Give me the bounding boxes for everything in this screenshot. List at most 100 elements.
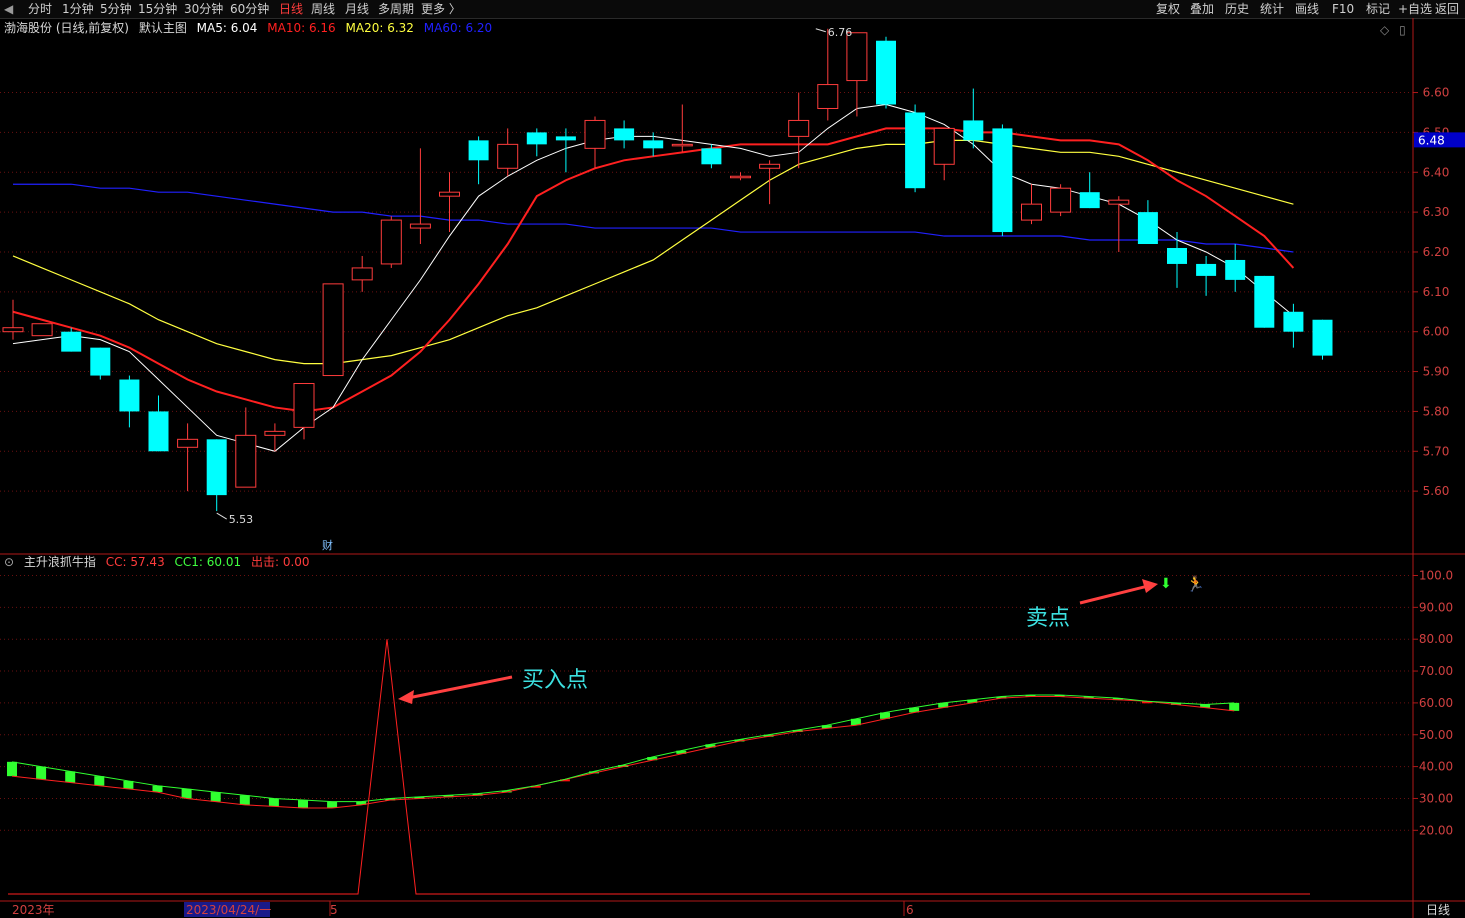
- stock-title[interactable]: 渤海股份 (日线,前复权): [4, 21, 129, 35]
- time-cursor-label: 2023/04/24/一: [186, 903, 271, 917]
- main-chart-legend: 渤海股份 (日线,前复权) 默认主图 MA5: 6.04 MA10: 6.16 …: [4, 20, 498, 36]
- candle-body-up: [380, 219, 402, 265]
- candle-body-up: [846, 32, 868, 82]
- toolbar-right-item-2[interactable]: 历史: [1225, 1, 1249, 17]
- candle-body-up: [409, 223, 431, 229]
- indicator-tick-label: 90.00: [1419, 600, 1453, 614]
- candle-body-down: [148, 411, 169, 452]
- low-price-label: 5.53: [229, 513, 254, 526]
- indicator-bar: [298, 800, 308, 809]
- panel-controls: ◇ ▯: [1380, 22, 1412, 38]
- candle-body-down: [1079, 192, 1100, 209]
- price-tick-label: 6.40: [1423, 165, 1450, 179]
- candle-body-up: [817, 84, 839, 109]
- window-restore-icon[interactable]: ▯: [1399, 23, 1406, 37]
- sell-arrow-line: [1079, 584, 1149, 605]
- candle-body-up: [497, 143, 519, 169]
- toolbar-item-3[interactable]: 15分钟: [138, 1, 177, 17]
- candle-body-down: [876, 40, 896, 105]
- buy-arrow-head: [398, 690, 414, 704]
- candle-body-up: [788, 119, 810, 137]
- indicator-bar: [1229, 702, 1240, 711]
- ma10-line: [12, 127, 1295, 413]
- current-price-label: 6.48: [1418, 133, 1445, 147]
- price-tick-label: 6.00: [1423, 325, 1450, 339]
- price-tick-label: 6.10: [1423, 285, 1450, 299]
- toolbar-right-item-0[interactable]: 复权: [1156, 1, 1180, 17]
- candle-body-up: [759, 163, 781, 169]
- ma10-value: MA10: 6.16: [267, 21, 336, 35]
- low-marker-line: [216, 512, 227, 520]
- cc1-line: [11, 694, 1235, 803]
- candle-body-up: [1050, 187, 1072, 213]
- candle-body-up: [439, 191, 460, 197]
- toolbar-item-0[interactable]: 分时: [28, 1, 52, 17]
- candle-body-up: [31, 323, 53, 337]
- sell-point-annotation: 卖点: [1026, 606, 1071, 631]
- candle-body-down: [905, 112, 926, 189]
- indicator-collapse-icon[interactable]: ⊙: [4, 555, 14, 569]
- indicator-bar: [7, 761, 17, 777]
- candle-body-down: [90, 347, 111, 376]
- toolbar-right-item-1[interactable]: 叠加: [1190, 1, 1214, 17]
- cc1-value: CC1: 60.01: [174, 555, 242, 569]
- period-label: 日线: [1426, 903, 1450, 917]
- toolbar-right-item-7[interactable]: +自选: [1398, 1, 1432, 17]
- candle-body-up: [671, 143, 693, 147]
- candle-body-down: [526, 132, 547, 145]
- toolbar-right-item-3[interactable]: 统计: [1260, 1, 1284, 17]
- finance-event-marker: 财: [322, 538, 333, 552]
- toolbar-item-6[interactable]: 日线: [279, 1, 303, 17]
- candle-body-down: [206, 439, 227, 496]
- attack-value: 出击: 0.00: [250, 555, 310, 569]
- time-label-june: 6: [906, 903, 914, 917]
- candle-body-up: [730, 175, 751, 179]
- price-tick-label: 5.90: [1423, 365, 1450, 379]
- price-tick-label: 6.20: [1423, 245, 1450, 259]
- indicator-bar: [239, 795, 250, 805]
- buy-point-annotation: 买入点: [522, 668, 589, 693]
- diamond-icon[interactable]: ◇: [1380, 23, 1389, 37]
- toolbar-right-item-6[interactable]: 标记: [1366, 1, 1390, 17]
- attack-signal-line: [8, 639, 1310, 895]
- toolbar-right-item-4[interactable]: 画线: [1295, 1, 1319, 17]
- indicator-name[interactable]: 主升浪抓牛指: [24, 555, 96, 569]
- candle-body-up: [2, 327, 24, 333]
- candle-body-down: [701, 148, 722, 165]
- candle-body-up: [235, 434, 257, 488]
- toolbar-right-item-8[interactable]: 返回: [1435, 1, 1459, 17]
- chart-template-label[interactable]: 默认主图: [139, 21, 187, 35]
- high-marker-line: [815, 28, 826, 33]
- back-arrow-icon[interactable]: ◀: [4, 1, 13, 17]
- toolbar-item-1[interactable]: 1分钟: [62, 1, 94, 17]
- indicator-bar: [36, 766, 47, 780]
- toolbar-item-9[interactable]: 多周期: [378, 1, 414, 17]
- toolbar-item-2[interactable]: 5分钟: [100, 1, 132, 17]
- candle-body-up: [933, 127, 955, 165]
- candle-body-down: [1167, 247, 1187, 264]
- price-tick-label: 5.60: [1423, 484, 1450, 498]
- cc-value: CC: 57.43: [105, 555, 165, 569]
- candle-body-up: [177, 438, 199, 448]
- indicator-bar: [123, 780, 134, 789]
- toolbar-item-10[interactable]: 更多 〉: [421, 1, 461, 17]
- candle-body-down: [1225, 259, 1246, 280]
- indicator-bar: [94, 776, 105, 786]
- toolbar-item-8[interactable]: 月线: [345, 1, 369, 17]
- indicator-tick-label: 20.00: [1419, 823, 1453, 837]
- ma20-line: [12, 139, 1294, 365]
- indicator-bar: [152, 785, 163, 793]
- candle-body-down: [468, 140, 489, 161]
- candle-body-down: [1137, 212, 1158, 245]
- indicator-bar: [268, 798, 279, 807]
- indicator-tick-label: 30.00: [1419, 791, 1453, 805]
- toolbar-right-item-5[interactable]: F10: [1332, 1, 1354, 17]
- candle-body-up: [1108, 199, 1130, 205]
- toolbar-item-5[interactable]: 60分钟: [230, 1, 269, 17]
- toolbar-item-7[interactable]: 周线: [311, 1, 335, 17]
- candle-body-down: [119, 379, 140, 412]
- indicator-bar: [65, 771, 76, 783]
- toolbar-item-4[interactable]: 30分钟: [184, 1, 223, 17]
- candle-body-up: [322, 283, 344, 377]
- indicator-legend: ⊙ 主升浪抓牛指 CC: 57.43 CC1: 60.01 出击: 0.00: [4, 554, 316, 570]
